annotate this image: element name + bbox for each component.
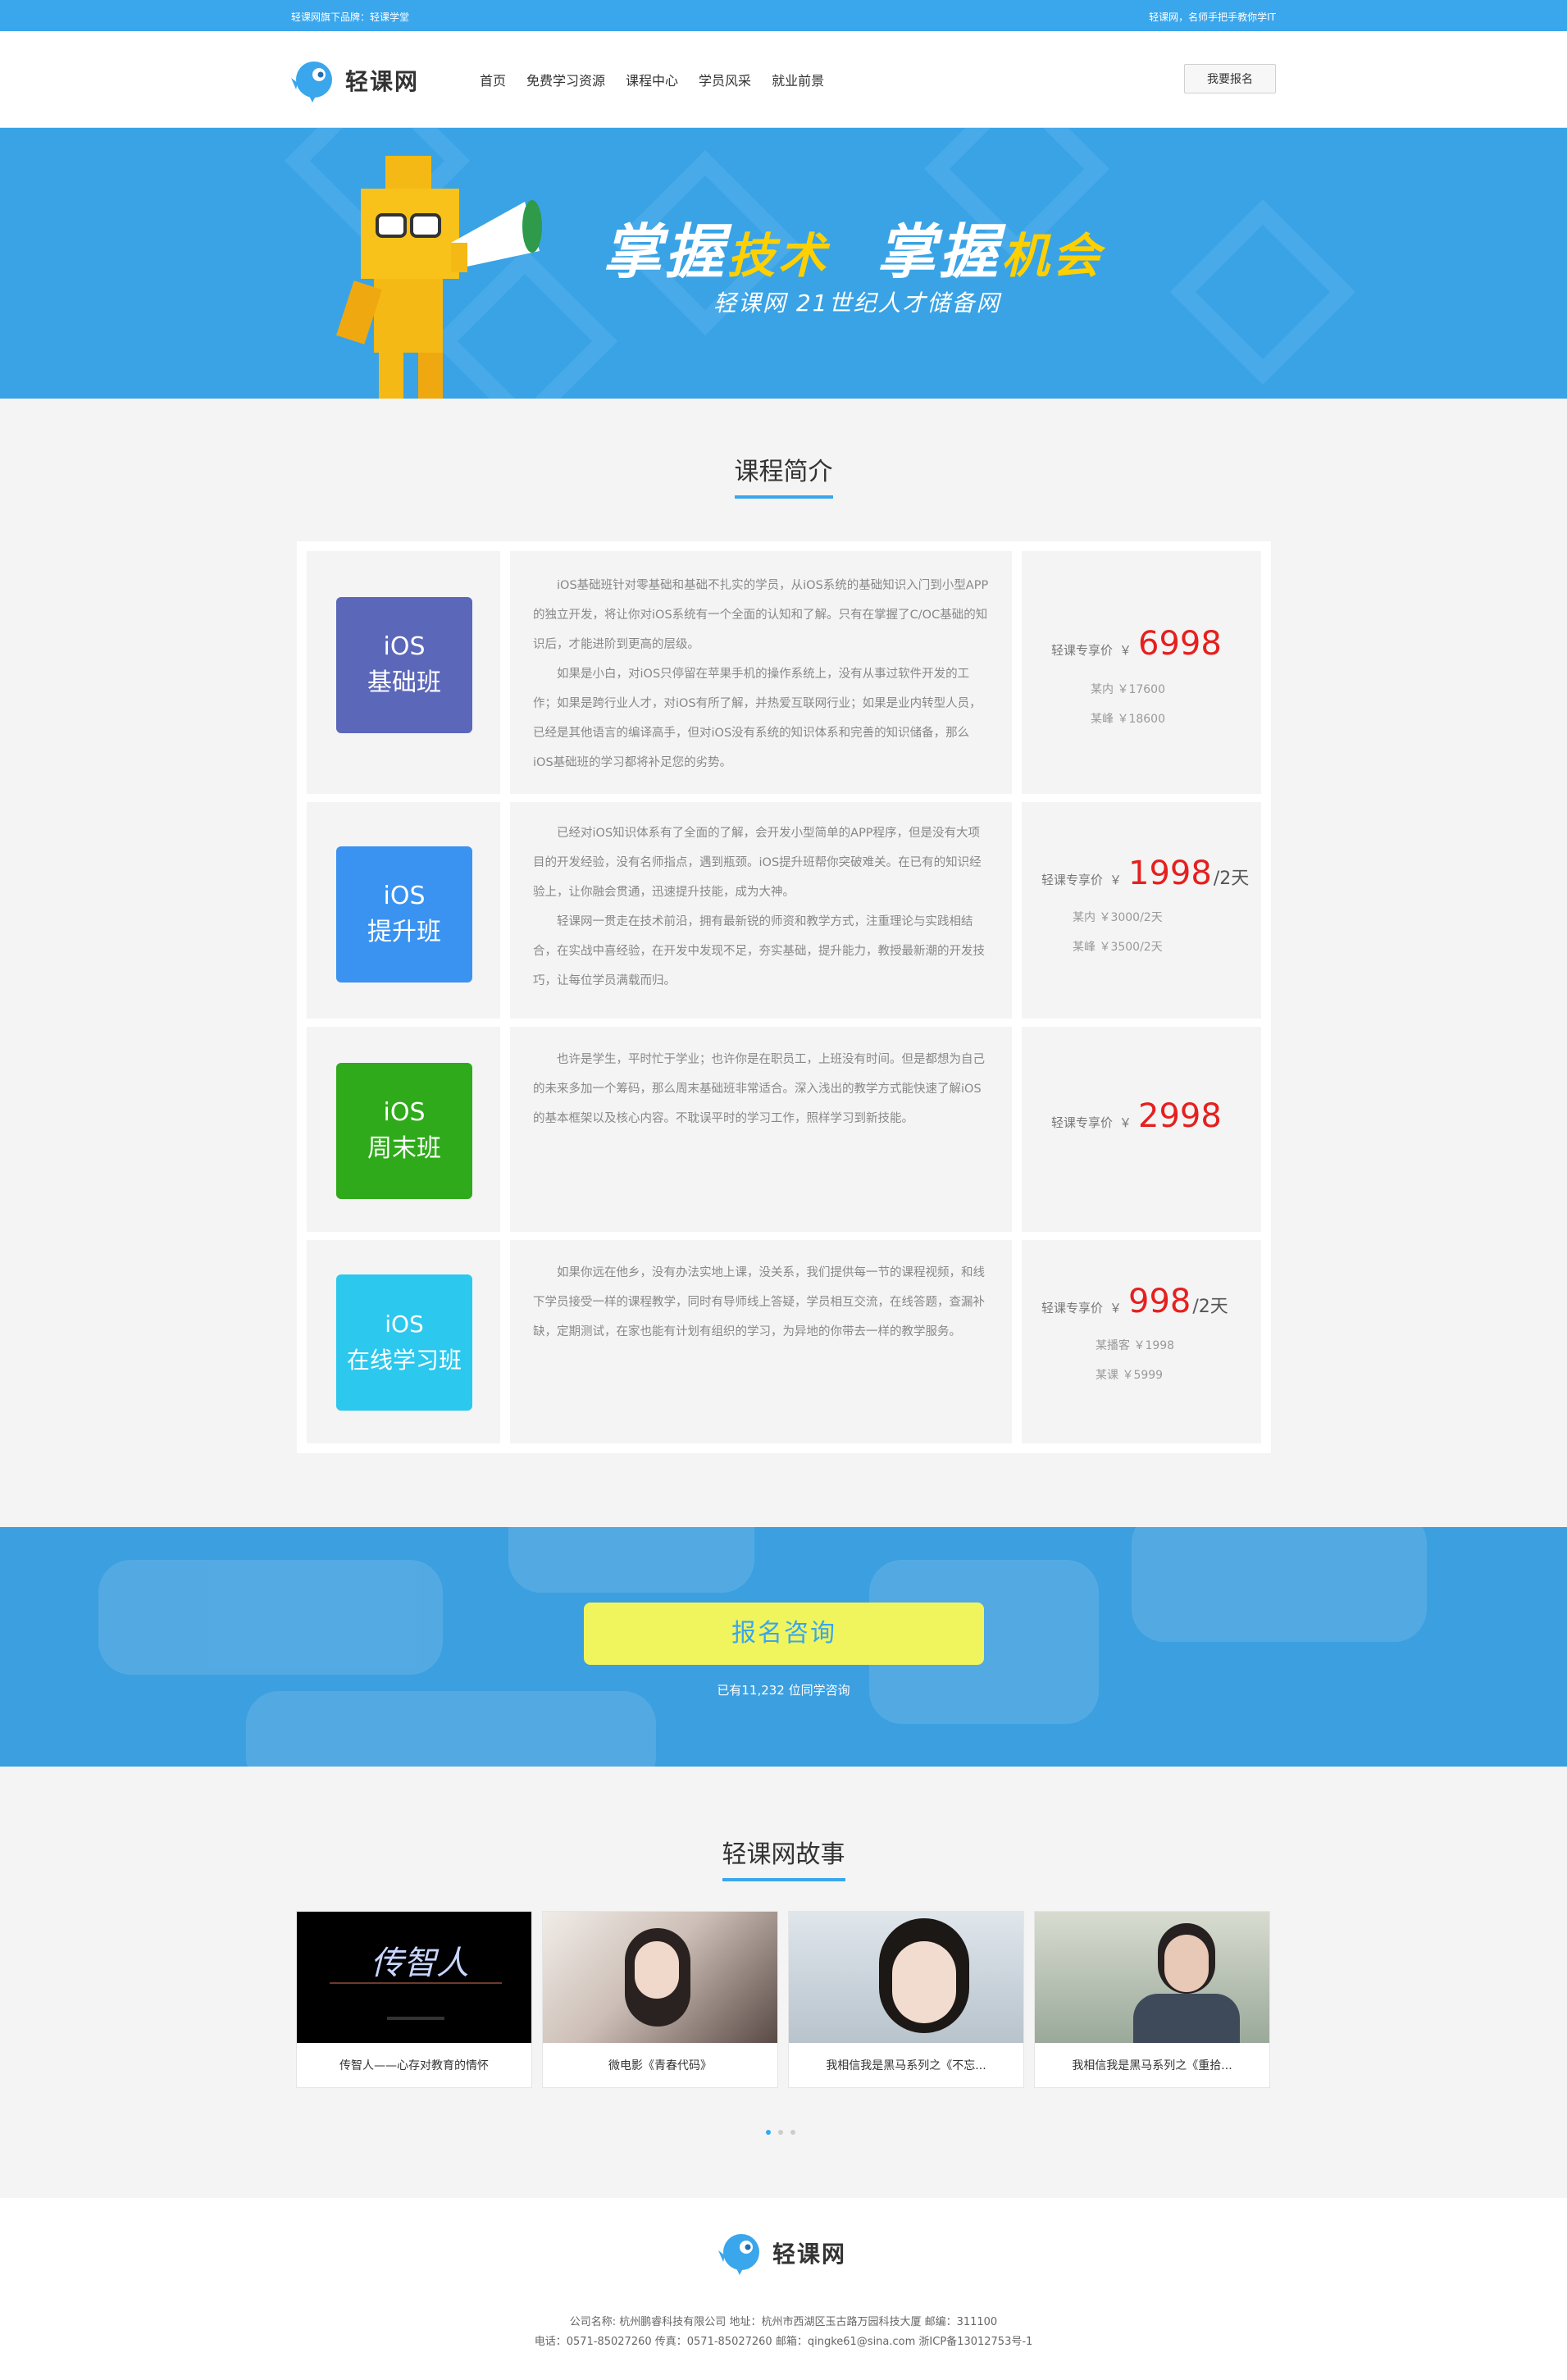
carousel-dot[interactable]	[766, 2130, 771, 2135]
consult-count: 已有11,232 位同学咨询	[717, 1683, 850, 1698]
competitor-price: 某峰 ￥18600	[1091, 713, 1165, 726]
courses-title: 课程简介	[0, 451, 1567, 499]
competitor-price: 某峰 ￥3500/2天	[1073, 941, 1163, 954]
course-row: iOS 在线学习班 如果你远在他乡，没有办法实地上课，没关系，我们提供每一节的课程…	[307, 1240, 1261, 1443]
consult-button[interactable]: 报名咨询	[584, 1603, 984, 1665]
story-caption: 传智人——心存对教育的情怀	[339, 2059, 489, 2072]
course-row: iOS 周末班 也许是学生，平时忙于学业；也许你是在职员工，上班没有时间。但是都想…	[307, 1027, 1261, 1232]
course-description: 如果你远在他乡，没有办法实地上课，没关系，我们提供每一节的课程视频，和线下学员接…	[533, 1266, 985, 1338]
logo-bird-icon	[291, 58, 335, 103]
banner-slogan: 掌握技术 掌握机会	[603, 217, 1104, 286]
hero-banner: 掌握技术 掌握机会 轻课网 21世纪人才储备网	[0, 128, 1567, 399]
robot-megaphone-illustration	[336, 156, 542, 399]
signup-button[interactable]: 我要报名	[1184, 64, 1276, 93]
nav-career[interactable]: 就业前景	[772, 70, 824, 89]
course-table: iOS 基础班 iOS基础班针对零基础和基础不扎实的学员，从iOS系统的基础知识入…	[297, 541, 1271, 1453]
carousel-dot[interactable]	[778, 2130, 783, 2135]
story-card[interactable]: 我相信我是黑马系列之《重拾...	[1034, 1911, 1270, 2088]
main-nav: 首页 免费学习资源 课程中心 学员风采 就业前景	[480, 70, 824, 89]
course-badge[interactable]: iOS 基础班	[336, 597, 472, 733]
course-badge[interactable]: iOS 在线学习班	[336, 1274, 472, 1411]
nav-course-center[interactable]: 课程中心	[626, 70, 678, 89]
nav-home[interactable]: 首页	[480, 70, 506, 89]
footer-logo-text: 轻课网	[772, 2241, 847, 2268]
course-row: iOS 基础班 iOS基础班针对零基础和基础不扎实的学员，从iOS系统的基础知识入…	[307, 551, 1261, 794]
story-thumbnail	[1035, 1912, 1269, 2043]
tagline: 轻课网，名师手把手教你学IT	[1149, 11, 1276, 23]
top-bar: 轻课网旗下品牌：轻课学堂 轻课网，名师手把手教你学IT	[0, 0, 1567, 31]
nav-students[interactable]: 学员风采	[699, 70, 751, 89]
course-price: 轻课专享价 ￥ 1998/2天	[1041, 855, 1250, 892]
banner-subtitle: 轻课网 21世纪人才储备网	[713, 290, 1001, 317]
course-description: 已经对iOS知识体系有了全面的了解，会开发小型简单的APP程序，但是没有大项目的…	[533, 827, 985, 987]
story-caption: 微电影《青春代码》	[608, 2059, 712, 2072]
course-price: 轻课专享价 ￥ 6998	[1051, 625, 1222, 663]
story-thumbnail	[543, 1912, 777, 2043]
logo-bird-icon	[718, 2234, 759, 2275]
competitor-price: 某课 ￥5999	[1096, 1369, 1164, 1382]
story-caption: 我相信我是黑马系列之《重拾...	[1072, 2059, 1232, 2072]
course-price: 轻课专享价 ￥ 2998	[1051, 1097, 1222, 1135]
story-thumbnail: 传智人	[297, 1912, 531, 2043]
contact-info: 电话：0571-85027260 传真：0571-85027260 邮箱：qin…	[534, 2336, 1033, 2348]
course-price: 轻课专享价 ￥ 998/2天	[1041, 1283, 1228, 1320]
stories-title: 轻课网故事	[0, 1834, 1567, 1881]
carousel-dots	[766, 2130, 795, 2135]
course-row: iOS 提升班 已经对iOS知识体系有了全面的了解，会开发小型简单的APP程序，但…	[307, 802, 1261, 1019]
carousel-dot[interactable]	[790, 2130, 795, 2135]
header: 轻课网 首页 免费学习资源 课程中心 学员风采 就业前景 我要报名	[0, 31, 1567, 128]
course-badge[interactable]: iOS 周末班	[336, 1063, 472, 1199]
brand-note: 轻课网旗下品牌：轻课学堂	[291, 11, 410, 23]
competitor-price: 某内 ￥3000/2天	[1073, 911, 1163, 924]
footer-logo: 轻课网	[718, 2231, 846, 2275]
story-card[interactable]: 我相信我是黑马系列之《不忘...	[788, 1911, 1024, 2088]
competitor-price: 某播客 ￥1998	[1096, 1339, 1175, 1352]
story-card[interactable]: 微电影《青春代码》	[542, 1911, 778, 2088]
story-thumbnail	[789, 1912, 1023, 2043]
cta-section: 报名咨询 已有11,232 位同学咨询	[0, 1527, 1567, 1767]
logo[interactable]: 轻课网	[291, 56, 419, 105]
nav-free-resources[interactable]: 免费学习资源	[526, 70, 605, 89]
course-description: iOS基础班针对零基础和基础不扎实的学员，从iOS系统的基础知识入门到小型APP…	[533, 579, 989, 769]
footer: 轻课网 公司名称: 杭州鹏睿科技有限公司 地址：杭州市西湖区玉古路万园科技大厦 …	[0, 2198, 1567, 2380]
story-card[interactable]: 传智人 传智人——心存对教育的情怀	[296, 1911, 532, 2088]
story-caption: 我相信我是黑马系列之《不忘...	[826, 2059, 986, 2072]
competitor-price: 某内 ￥17600	[1091, 683, 1165, 696]
course-description: 也许是学生，平时忙于学业；也许你是在职员工，上班没有时间。但是都想为自己的未来多…	[533, 1053, 985, 1125]
company-info: 公司名称: 杭州鹏睿科技有限公司 地址：杭州市西湖区玉古路万园科技大厦 邮编：3…	[569, 2316, 998, 2328]
logo-text: 轻课网	[345, 68, 420, 95]
course-badge[interactable]: iOS 提升班	[336, 846, 472, 983]
